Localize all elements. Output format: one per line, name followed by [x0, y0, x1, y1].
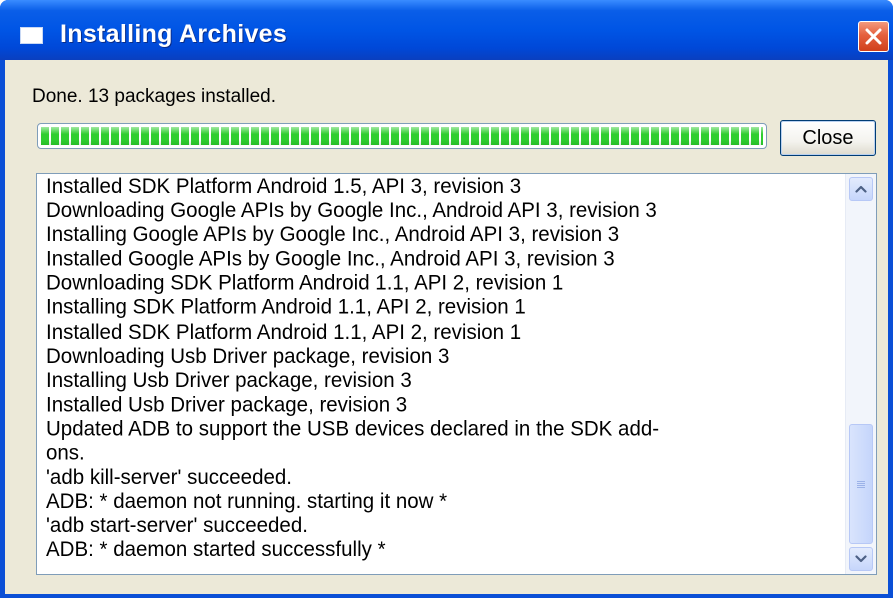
log-line: Installing SDK Platform Android 1.1, API…	[46, 295, 526, 320]
log-line: Installed SDK Platform Android 1.5, API …	[46, 174, 522, 199]
log-line: Downloading Google APIs by Google Inc., …	[46, 198, 657, 223]
chevron-up-icon	[855, 185, 867, 193]
close-icon	[865, 28, 882, 45]
log-line: Downloading Usb Driver package, revision…	[46, 343, 450, 368]
progress-bar-sheen	[41, 127, 763, 145]
chevron-down-icon	[855, 555, 867, 563]
log-line: Installing Google APIs by Google Inc., A…	[46, 222, 620, 247]
log-line: ons.	[46, 440, 85, 465]
title-bar[interactable]: Installing Archives	[0, 0, 893, 60]
log-line: Installing Usb Driver package, revision …	[46, 367, 412, 393]
log-line: ADB: * daemon started successfully *	[46, 537, 386, 562]
progress-bar-fill	[41, 127, 763, 145]
log-line: Updated ADB to support the USB devices d…	[46, 416, 660, 441]
scroll-down-button[interactable]	[849, 547, 873, 571]
status-text: Done. 13 packages installed.	[32, 86, 276, 107]
window-icon	[20, 27, 43, 44]
window-title: Installing Archives	[60, 20, 288, 48]
log-line: Installed Usb Driver package, revision 3	[46, 392, 408, 417]
log-line: Installed Google APIs by Google Inc., An…	[46, 246, 615, 271]
window-close-button[interactable]	[858, 21, 889, 52]
log-line: ADB: * daemon not running. starting it n…	[46, 489, 448, 514]
log-line: 'adb kill-server' succeeded.	[46, 464, 292, 490]
log-line: Downloading SDK Platform Android 1.1, AP…	[46, 270, 564, 296]
scrollbar-grip-icon	[857, 481, 865, 489]
install-log-text: Installed SDK Platform Android 1.5, API …	[46, 174, 846, 594]
progress-bar	[37, 123, 767, 149]
vertical-scrollbar[interactable]	[845, 174, 876, 574]
install-log[interactable]: Installed SDK Platform Android 1.5, API …	[36, 173, 877, 575]
close-button[interactable]: Close	[780, 120, 876, 156]
scroll-up-button[interactable]	[849, 177, 873, 201]
log-line: Installed SDK Platform Android 1.1, API …	[46, 319, 522, 344]
scrollbar-thumb[interactable]	[849, 424, 873, 544]
log-line: 'adb start-server' succeeded.	[46, 513, 308, 538]
